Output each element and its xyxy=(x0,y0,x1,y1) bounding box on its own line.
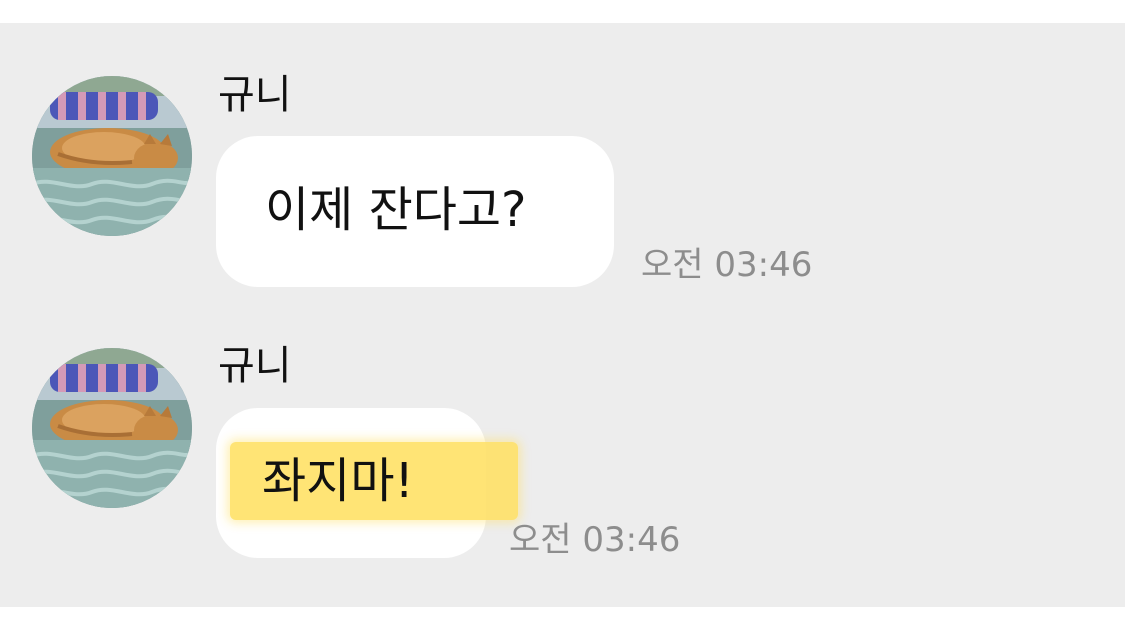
sleeping-cat-avatar-icon xyxy=(32,348,192,508)
sender-avatar[interactable] xyxy=(32,76,192,236)
message-text: 이제 잔다고? xyxy=(265,182,527,238)
message-bubble[interactable]: 이제 잔다고? xyxy=(216,136,614,287)
message-timestamp: 오전 03:46 xyxy=(641,245,813,285)
sleeping-cat-avatar-icon xyxy=(32,76,192,236)
message-bubble[interactable]: 좌지마! xyxy=(216,408,518,558)
sender-name: 규니 xyxy=(218,72,292,118)
message-text: 좌지마! xyxy=(262,453,414,509)
sender-avatar[interactable] xyxy=(32,348,192,508)
sender-name: 규니 xyxy=(218,343,292,389)
message-timestamp: 오전 03:46 xyxy=(509,520,681,560)
chat-panel: 규니 이제 잔다고? 오전 03:46 규니 좌지마! 오전 03:46 xyxy=(0,23,1125,607)
